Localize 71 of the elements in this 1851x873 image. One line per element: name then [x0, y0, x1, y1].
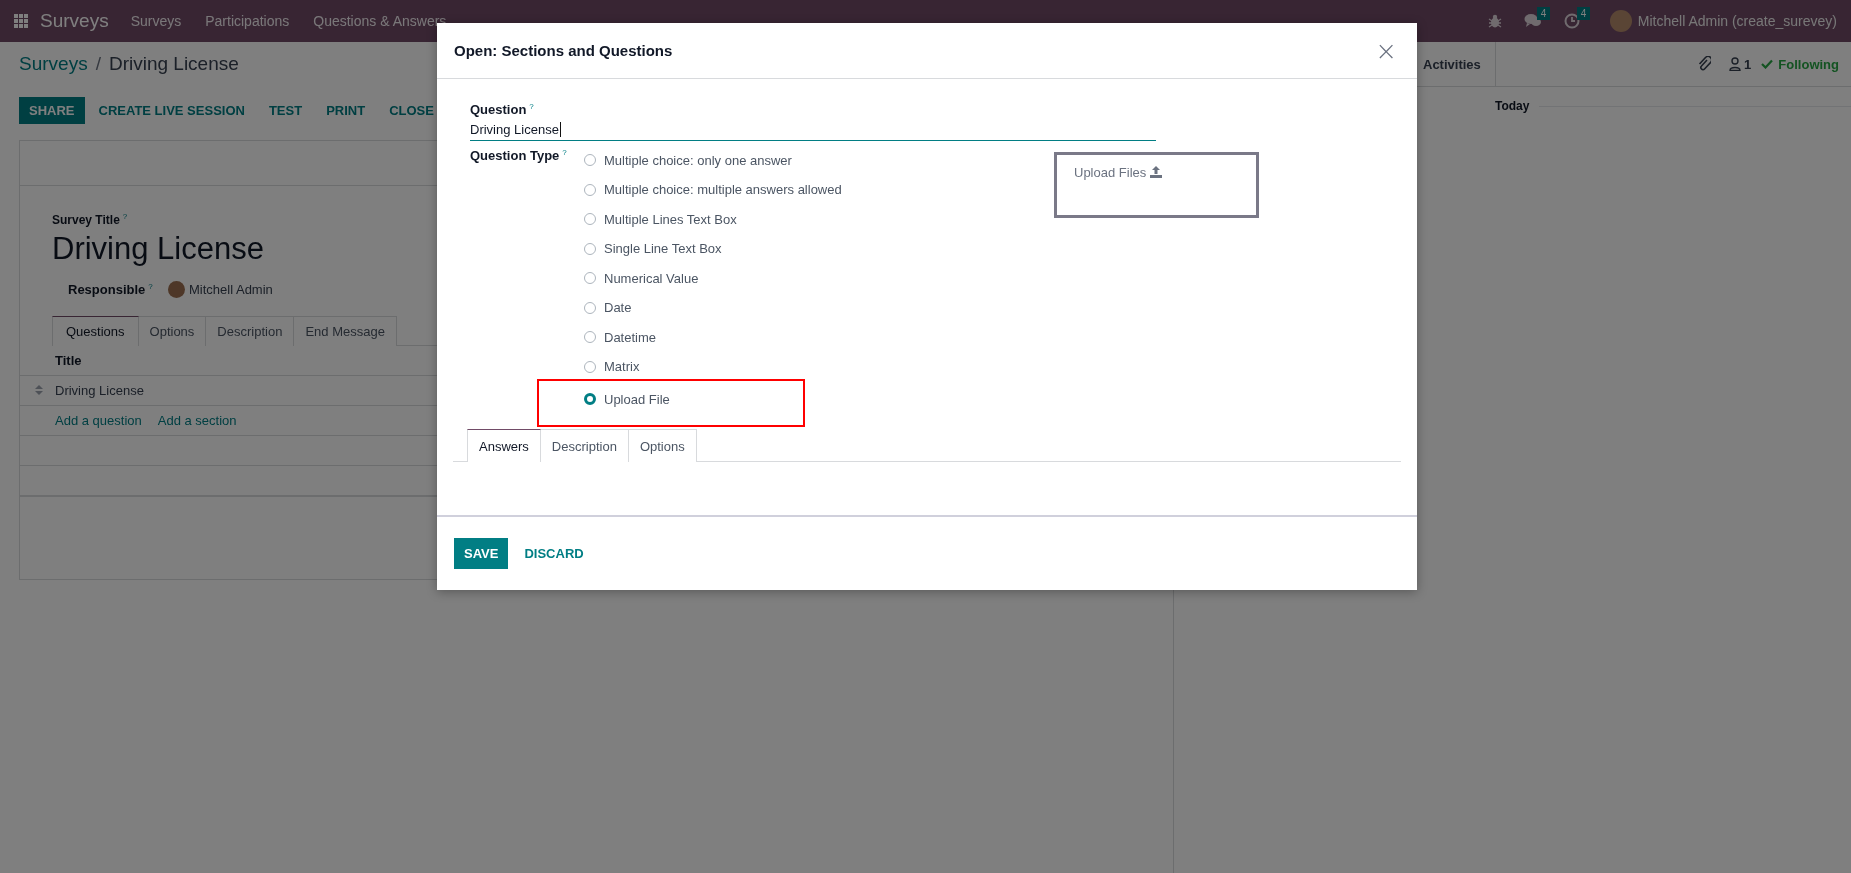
radio-label[interactable]: Multiple choice: multiple answers allowed [604, 182, 842, 198]
radio-label[interactable]: Datetime [604, 329, 657, 345]
radio-button[interactable] [584, 242, 596, 255]
radio-label[interactable]: Single Line Text Box [604, 241, 722, 257]
breadcrumb-link[interactable]: Surveys [19, 53, 88, 75]
apps-menu-icon[interactable] [14, 14, 28, 28]
action-button[interactable]: PRINT [316, 96, 376, 124]
radio-button[interactable] [584, 154, 596, 167]
menu-item[interactable]: Surveys [130, 13, 182, 29]
help-tooltip-mark[interactable]: ? [562, 148, 567, 158]
person-icon[interactable] [1729, 57, 1742, 71]
radio-label[interactable]: Numerical Value [604, 270, 699, 286]
radio-label[interactable]: Multiple choice: only one answer [604, 152, 792, 168]
radio-button[interactable] [584, 183, 596, 196]
tab[interactable]: End Message [294, 316, 397, 346]
add-link[interactable]: Add a section [157, 413, 237, 428]
column-header: Title [55, 353, 82, 368]
app-name[interactable]: Surveys [40, 10, 109, 32]
clock-icon[interactable] [1563, 13, 1582, 29]
upload-icon[interactable] [1150, 166, 1163, 179]
radio-button[interactable] [584, 360, 596, 373]
following-button[interactable]: Following [1778, 56, 1839, 72]
field-label: Survey Title [52, 213, 120, 227]
drag-handle-icon[interactable] [35, 385, 43, 395]
radio-button[interactable] [584, 331, 596, 344]
notification-badge: 4 [1576, 7, 1591, 20]
discard-button[interactable]: DISCARD [514, 538, 594, 569]
dialog-title: Open: Sections and Questions [454, 42, 674, 59]
radio-label[interactable]: Matrix [604, 359, 640, 375]
table-cell: Driving License [55, 383, 144, 398]
radio-button[interactable] [584, 213, 596, 226]
user-avatar [168, 281, 185, 298]
radio-label[interactable]: Upload File [604, 391, 670, 407]
radio-button[interactable] [584, 393, 596, 406]
breadcrumb-current: Driving License [108, 53, 239, 75]
menu-item[interactable]: Participations [205, 13, 290, 29]
radio-label[interactable]: Date [604, 300, 632, 316]
radio-button[interactable] [584, 272, 596, 285]
tab[interactable]: Options [138, 316, 207, 346]
tab[interactable]: Options [628, 429, 697, 463]
radio-label[interactable]: Multiple Lines Text Box [604, 211, 737, 227]
save-button[interactable]: SAVE [454, 538, 509, 569]
field-label: Question [470, 102, 527, 118]
notification-badge: 4 [1536, 7, 1551, 20]
close-button[interactable]: × [1371, 35, 1401, 66]
tab[interactable]: Questions [52, 316, 139, 346]
field-label: Question Type [470, 148, 560, 164]
paperclip-icon[interactable] [1697, 56, 1712, 72]
help-tooltip-mark[interactable]: ? [148, 281, 153, 291]
help-tooltip-mark[interactable]: ? [122, 212, 128, 221]
action-button[interactable]: CREATE LIVE SESSION [88, 96, 255, 124]
tab[interactable]: Description [206, 316, 295, 346]
primary-button[interactable]: SHARE [19, 96, 85, 124]
tab[interactable]: Description [540, 429, 629, 463]
radio-button[interactable] [584, 301, 596, 314]
user-avatar [1609, 10, 1632, 32]
field-label: Responsible [68, 282, 146, 298]
survey-title: Driving License [52, 231, 264, 267]
breadcrumb-separator: / [95, 53, 101, 75]
add-link[interactable]: Add a question [55, 413, 142, 428]
action-button[interactable]: TEST [258, 96, 313, 124]
question-input[interactable]: Driving License [470, 119, 1156, 142]
check-icon [1761, 59, 1774, 69]
bug-icon[interactable] [1487, 14, 1502, 28]
date-separator: Today [1495, 99, 1530, 113]
help-tooltip-mark[interactable]: ? [529, 102, 534, 111]
responsible-value[interactable]: Mitchell Admin [189, 282, 273, 297]
user-menu[interactable]: Mitchell Admin (create_surevey) [1637, 13, 1837, 29]
follower-count[interactable]: 1 [1744, 56, 1752, 72]
upload-files-label[interactable]: Upload Files [1074, 165, 1147, 181]
tab[interactable]: Answers [467, 429, 541, 463]
